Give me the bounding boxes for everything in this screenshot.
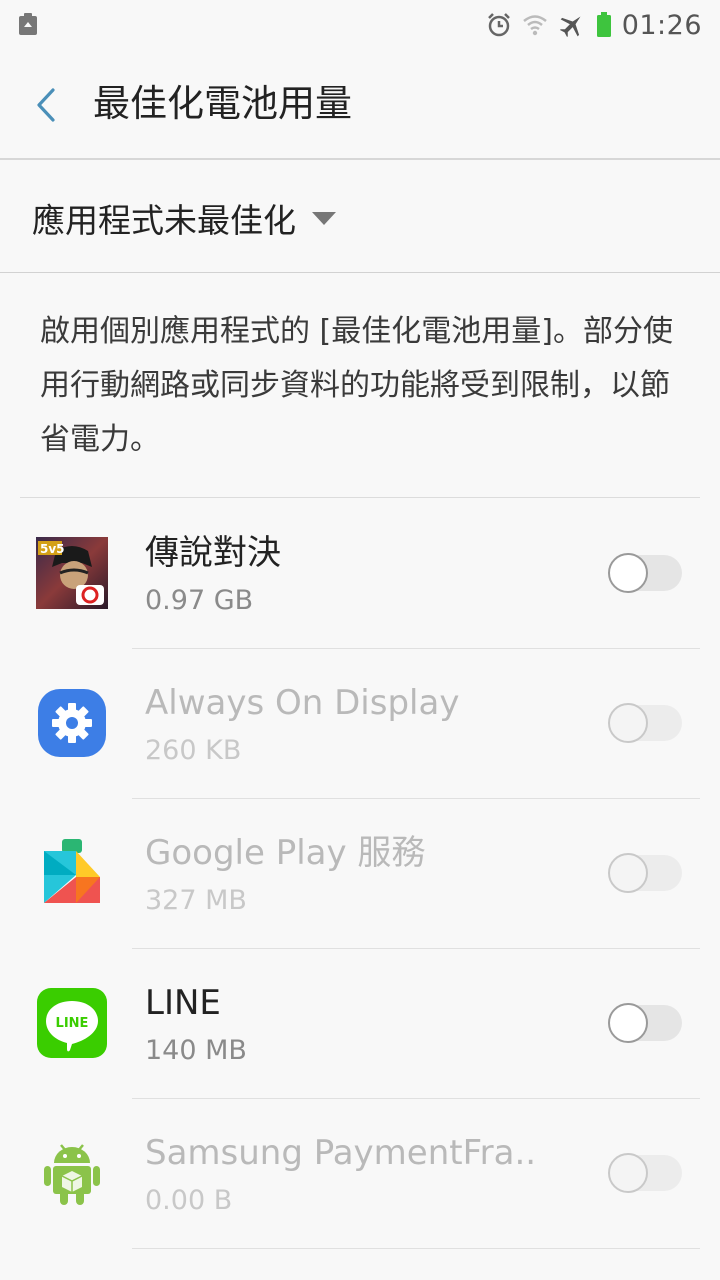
app-size: 140 MB [145, 1035, 247, 1066]
action-bar: 最佳化電池用量 [0, 50, 720, 158]
status-time: 01:26 [621, 9, 702, 41]
filter-dropdown[interactable]: 應用程式未最佳化 [32, 183, 336, 253]
wifi-icon [522, 15, 547, 36]
toggle-knob [608, 1003, 648, 1043]
row-divider [132, 1248, 700, 1249]
app-name: Google Play 服務 [145, 833, 426, 873]
dropdown-caret-icon [312, 211, 336, 225]
google-play-services-icon [44, 839, 100, 903]
app-row-line[interactable]: LINE LINE 140 MB [0, 949, 720, 1099]
alarm-icon [487, 13, 510, 37]
app-size: 260 KB [145, 735, 242, 766]
svg-text:5v5: 5v5 [40, 542, 65, 556]
header-divider [0, 158, 720, 160]
toggle-knob [608, 853, 648, 893]
app-row-aov[interactable]: 5v5 傳說對決 0.97 GB [0, 499, 720, 649]
description-text: 啟用個別應用程式的 [最佳化電池用量]。部分使用行動網路或同步資料的功能將受到限… [40, 314, 673, 457]
app-size: 327 MB [145, 885, 247, 916]
optimize-toggle[interactable] [608, 853, 682, 893]
toggle-knob [608, 553, 648, 593]
app-row-samsung-paymentframework[interactable]: Samsung PaymentFra.. 0.00 B [0, 1099, 720, 1249]
android-icon [44, 1144, 100, 1205]
toggle-knob [608, 703, 648, 743]
app-row-google-play-services[interactable]: Google Play 服務 327 MB [0, 799, 720, 949]
optimize-toggle[interactable] [608, 553, 682, 593]
filter-divider [0, 272, 720, 273]
airplane-icon [559, 16, 581, 38]
svg-text:LINE: LINE [56, 1016, 89, 1031]
settings-gear-icon [38, 689, 106, 757]
description-divider [20, 497, 700, 498]
filter-selected-label: 應用程式未最佳化 [32, 201, 296, 240]
app-size: 0.97 GB [145, 585, 254, 616]
app-row-always-on-display[interactable]: Always On Display 260 KB [0, 649, 720, 799]
optimize-toggle[interactable] [608, 703, 682, 743]
optimize-toggle[interactable] [608, 1153, 682, 1193]
app-name: Always On Display [145, 683, 460, 723]
line-icon: LINE [37, 988, 107, 1058]
status-bar: 01:26 [0, 0, 720, 50]
battery-icon [596, 12, 611, 37]
app-name: Samsung PaymentFra.. [145, 1133, 537, 1173]
recycle-icon [19, 13, 37, 35]
game-icon: 5v5 [36, 537, 108, 609]
toggle-knob [608, 1153, 648, 1193]
app-size: 0.00 B [145, 1185, 233, 1216]
chevron-left-icon [37, 88, 55, 122]
app-name: LINE [145, 983, 221, 1023]
back-button[interactable] [26, 80, 66, 130]
optimize-toggle[interactable] [608, 1003, 682, 1043]
app-name: 傳說對決 [145, 533, 281, 573]
page-title: 最佳化電池用量 [93, 82, 352, 125]
